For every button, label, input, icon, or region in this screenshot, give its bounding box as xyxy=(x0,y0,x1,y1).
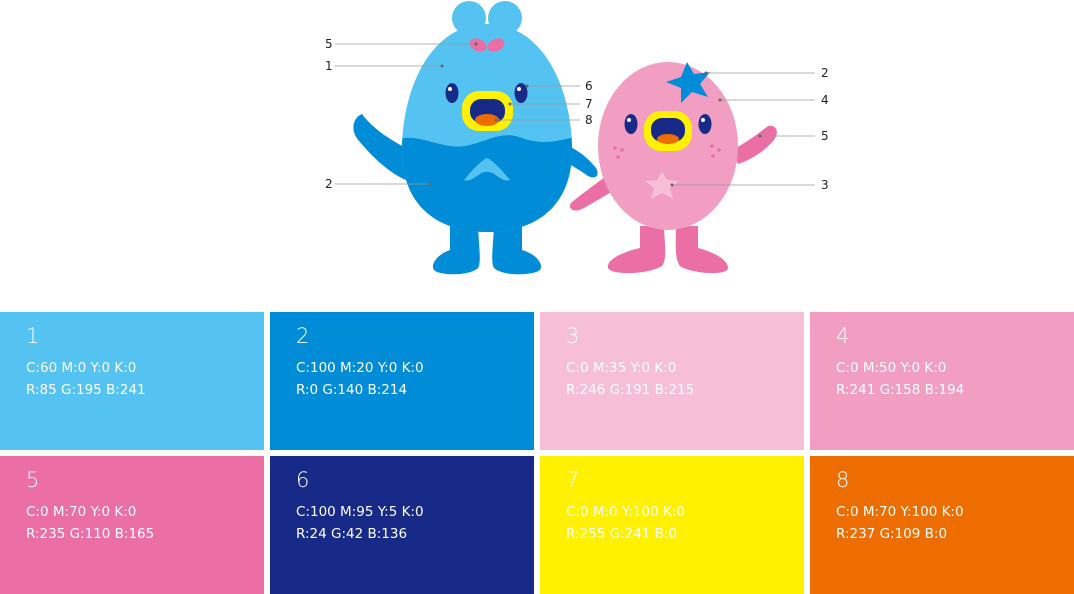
swatch-number: 3 xyxy=(566,324,580,348)
callout-label: 2 xyxy=(325,177,333,191)
blue-mascot-left-eye xyxy=(445,83,459,103)
callout-label: 5 xyxy=(821,129,829,143)
callout-label: 7 xyxy=(585,97,593,111)
pink-mascot-tongue xyxy=(657,134,679,144)
callout-label: 2 xyxy=(821,66,829,80)
pink-mascot-right-eye-shine xyxy=(701,118,705,122)
color-swatch: 4 C:0 M:50 Y:0 K:0 R:241 G:158 B:194 xyxy=(810,312,1074,450)
swatch-rgb-value: R:246 G:191 B:215 xyxy=(566,382,695,398)
blue-mascot-top-lobe-left xyxy=(452,1,486,35)
color-swatch: 2 C:100 M:20 Y:0 K:0 R:0 G:140 B:214 xyxy=(270,312,534,450)
blue-mascot-right-eye-shine xyxy=(517,87,521,91)
swatch-number: 4 xyxy=(836,324,850,348)
swatch-cmyk-value: C:0 M:35 Y:0 K:0 xyxy=(566,360,677,376)
swatch-number: 1 xyxy=(26,324,40,348)
callout-label: 5 xyxy=(325,37,333,51)
swatch-number: 5 xyxy=(26,468,40,492)
callout-label: 6 xyxy=(585,79,593,93)
pink-mascot xyxy=(569,62,777,274)
blue-mascot-top-lobe-right xyxy=(488,1,522,35)
callout-label: 4 xyxy=(821,93,829,107)
swatch-rgb-value: R:235 G:110 B:165 xyxy=(26,526,155,542)
swatch-number: 8 xyxy=(836,468,850,492)
swatch-cmyk-value: C:0 M:50 Y:0 K:0 xyxy=(836,360,947,376)
swatch-rgb-value: R:237 G:109 B:0 xyxy=(836,526,948,542)
swatch-rgb-value: R:255 G:241 B:0 xyxy=(566,526,678,542)
callout-label: 3 xyxy=(821,178,829,192)
swatch-cmyk-value: C:0 M:70 Y:100 K:0 xyxy=(836,504,964,520)
swatch-number: 2 xyxy=(296,324,310,348)
pink-mascot-left-eye xyxy=(624,114,638,134)
swatch-cmyk-value: C:0 M:70 Y:0 K:0 xyxy=(26,504,137,520)
pink-mascot-right-eye xyxy=(698,114,712,134)
swatch-cmyk-value: C:100 M:95 Y:5 K:0 xyxy=(296,504,424,520)
callout-label: 1 xyxy=(325,59,333,73)
callout-label: 8 xyxy=(585,113,593,127)
swatch-cmyk-value: C:60 M:0 Y:0 K:0 xyxy=(26,360,137,376)
swatch-rgb-value: R:85 G:195 B:241 xyxy=(26,382,146,398)
swatch-number: 7 xyxy=(566,468,580,492)
swatch-rgb-value: R:241 G:158 B:194 xyxy=(836,382,965,398)
mascot-illustration: 5 1 2 6 7 8 2 4 5 3 xyxy=(325,1,829,275)
swatch-rgb-value: R:0 G:140 B:214 xyxy=(296,382,408,398)
swatch-rgb-value: R:24 G:42 B:136 xyxy=(296,526,408,542)
blue-mascot-left-eye-shine xyxy=(448,87,452,91)
color-swatch: 8 C:0 M:70 Y:100 K:0 R:237 G:109 B:0 xyxy=(810,456,1074,594)
pink-mascot-right-leg xyxy=(675,226,728,274)
blue-mascot xyxy=(353,1,598,275)
color-swatch: 1 C:60 M:0 Y:0 K:0 R:85 G:195 B:241 xyxy=(0,312,264,450)
color-swatch: 3 C:0 M:35 Y:0 K:0 R:246 G:191 B:215 xyxy=(540,312,804,450)
swatch-number: 6 xyxy=(296,468,310,492)
color-swatch: 5 C:0 M:70 Y:0 K:0 R:235 G:110 B:165 xyxy=(0,456,264,594)
color-swatch: 6 C:100 M:95 Y:5 K:0 R:24 G:42 B:136 xyxy=(270,456,534,594)
blue-mascot-wave xyxy=(402,135,572,232)
swatch-cmyk-value: C:0 M:0 Y:100 K:0 xyxy=(566,504,685,520)
swatch-cmyk-value: C:100 M:20 Y:0 K:0 xyxy=(296,360,424,376)
color-swatch: 7 C:0 M:0 Y:100 K:0 R:255 G:241 B:0 xyxy=(540,456,804,594)
pink-mascot-left-eye-shine xyxy=(627,118,631,122)
pink-mascot-left-leg xyxy=(607,226,666,274)
pink-mascot-right-arm xyxy=(732,125,777,164)
